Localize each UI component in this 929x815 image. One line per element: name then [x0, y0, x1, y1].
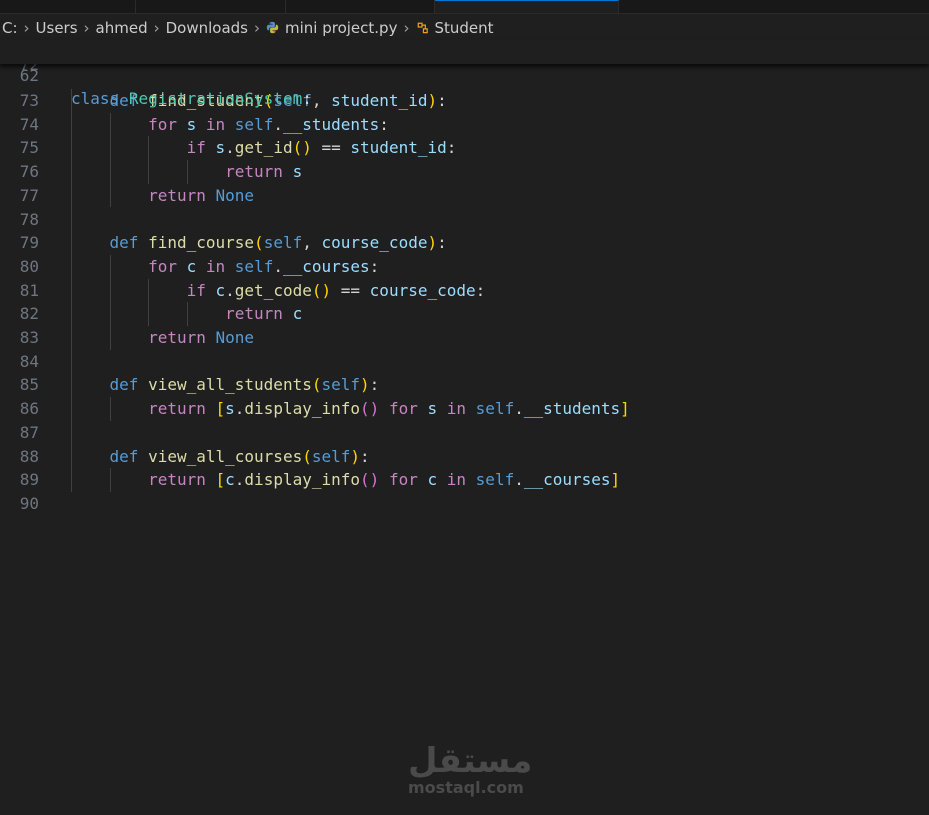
line-number: 80 [19, 256, 39, 276]
line-code: def view_all_students(self): [109, 375, 380, 395]
class-symbol-icon [418, 22, 429, 34]
breadcrumb-symbol[interactable]: Student [413, 19, 495, 37]
line-code: return None [148, 328, 255, 347]
line-number: 77 [19, 185, 39, 205]
code-line[interactable]: 87 [0, 421, 929, 445]
chevron-right-icon: › [83, 19, 90, 37]
line-number: 90 [19, 493, 39, 513]
line-number: 79 [19, 233, 39, 253]
sticky-scroll-header[interactable]: 62 class RegistrationSystem: [0, 40, 929, 108]
line-code: for c in self.__courses: [148, 256, 380, 276]
line-number: 62 [19, 65, 39, 85]
line-number: 81 [19, 280, 39, 300]
line-code: def find_course(self, course_code): [109, 233, 447, 253]
line-number: 82 [19, 304, 39, 324]
breadcrumb: C: › Users › ahmed › Downloads › mini pr… [0, 16, 929, 40]
line-code: for s in self.__students: [148, 114, 389, 134]
python-file-icon [266, 21, 279, 34]
sticky-header-code: class RegistrationSystem: [71, 89, 312, 109]
code-line[interactable]: 83 return None [0, 326, 929, 350]
code-line[interactable]: 82 return c [0, 302, 929, 326]
editor-tab[interactable] [136, 0, 286, 13]
line-number: 75 [19, 138, 39, 158]
mostaql-watermark: مستقل mostaql.com [408, 741, 533, 797]
breadcrumb-drive[interactable]: C: [0, 19, 20, 37]
chevron-right-icon: › [153, 19, 160, 37]
line-number: 85 [19, 375, 39, 395]
line-code: return s [225, 162, 303, 182]
line-code: if c.get_code() == course_code: [186, 280, 486, 300]
line-number: 86 [19, 399, 39, 419]
code-line[interactable]: 89 return [c.display_info() for c in sel… [0, 468, 929, 492]
code-line[interactable]: 86 return [s.display_info() for s in sel… [0, 397, 929, 421]
chevron-right-icon: › [403, 19, 410, 37]
code-line[interactable]: 75 if s.get_id() == student_id: [0, 136, 929, 160]
code-line[interactable]: 77 return None [0, 184, 929, 208]
line-number: 84 [19, 351, 39, 371]
code-line[interactable]: 85 def view_all_students(self): [0, 373, 929, 397]
breadcrumb-folder[interactable]: Downloads [164, 19, 250, 37]
code-line[interactable]: 88 def view_all_courses(self): [0, 445, 929, 469]
code-line[interactable]: 74 for s in self.__students: [0, 113, 929, 137]
code-line[interactable]: 79 def find_course(self, course_code): [0, 231, 929, 255]
breadcrumb-symbol-label: Student [434, 19, 494, 37]
line-code: if s.get_id() == student_id: [186, 138, 457, 158]
code-editor[interactable]: 7273 def find_student(self, student_id):… [0, 40, 929, 815]
line-code: return [c.display_info() for c in self._… [148, 470, 621, 490]
chevron-right-icon: › [254, 19, 260, 37]
line-number: 76 [19, 162, 39, 182]
code-line[interactable]: 80 for c in self.__courses: [0, 255, 929, 279]
code-line[interactable]: 78 [0, 208, 929, 232]
code-line[interactable]: 72 [0, 64, 929, 76]
editor-tab[interactable] [286, 0, 435, 13]
line-number: 83 [19, 328, 39, 347]
line-number: 89 [19, 470, 39, 490]
code-line[interactable]: 76 return s [0, 160, 929, 184]
breadcrumb-file-label: mini project.py [285, 19, 398, 37]
breadcrumb-folder[interactable]: ahmed [94, 19, 150, 37]
chevron-right-icon: › [23, 19, 30, 37]
breadcrumb-folder[interactable]: Users [34, 19, 80, 37]
code-line[interactable]: 90 [0, 492, 929, 516]
line-number: 87 [19, 422, 39, 442]
line-code: return None [148, 185, 255, 205]
line-code: def view_all_courses(self): [109, 446, 370, 466]
line-number: 88 [19, 446, 39, 466]
editor-tab-strip [0, 0, 929, 14]
breadcrumb-file[interactable]: mini project.py [264, 19, 399, 37]
line-code: return [s.display_info() for s in self._… [148, 399, 630, 419]
editor-tab-active[interactable] [435, 0, 619, 13]
watermark-arabic: مستقل [408, 741, 533, 781]
code-line[interactable]: 84 [0, 350, 929, 374]
line-number: 78 [19, 209, 39, 229]
watermark-latin: mostaql.com [408, 778, 524, 797]
editor-tab[interactable] [0, 0, 136, 13]
code-line[interactable]: 81 if c.get_code() == course_code: [0, 279, 929, 303]
line-code: return c [225, 304, 303, 324]
